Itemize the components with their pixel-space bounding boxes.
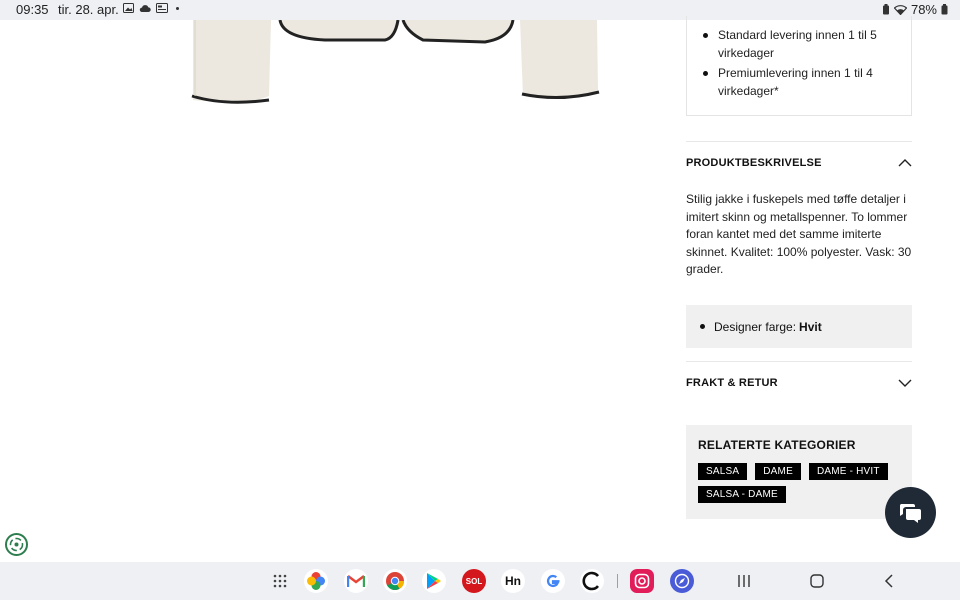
status-date: tir. 28. apr.: [58, 2, 119, 17]
shipping-returns-toggle[interactable]: FRAKT & RETUR: [686, 373, 912, 393]
recent-apps-icon[interactable]: [735, 572, 753, 590]
designer-color-label: Designer farge:: [714, 319, 797, 334]
wifi-icon: [893, 4, 907, 15]
chevron-down-icon: [898, 379, 912, 387]
delivery-list: Standard levering innen 1 til 5 virkedag…: [703, 26, 899, 100]
tag-dame[interactable]: DAME: [755, 463, 801, 480]
dock-separator: [617, 574, 618, 588]
tag-salsa-dame[interactable]: SALSA - DAME: [698, 486, 786, 503]
tag-dame-hvit[interactable]: DAME - HVIT: [808, 463, 888, 480]
news-notification-icon: [156, 3, 168, 13]
related-tags: SALSA DAME DAME - HVIT SALSA - DAME: [698, 463, 888, 503]
sol-app-icon[interactable]: SOL: [462, 569, 486, 593]
product-image[interactable]: [185, 20, 605, 110]
recycle-badge-icon[interactable]: [5, 533, 28, 556]
delivery-item-premium: Premiumlevering innen 1 til 4 virkedager…: [703, 64, 899, 100]
battery-percentage: 78%: [910, 2, 937, 17]
divider: [686, 141, 912, 142]
designer-color-box: Designer farge: Hvit: [686, 305, 912, 348]
gallery-notification-icon: [123, 3, 134, 13]
compass-app-icon[interactable]: [670, 569, 694, 593]
product-description-toggle[interactable]: PRODUKTBESKRIVELSE: [686, 153, 912, 173]
battery-saver-icon: [882, 4, 889, 15]
product-description-text: Stilig jakke i fuskepels med tøffe detal…: [686, 192, 912, 276]
cloud-notification-icon: [139, 5, 151, 12]
google-app-icon[interactable]: [541, 569, 565, 593]
tag-salsa[interactable]: SALSA: [698, 463, 748, 480]
hn-app-icon[interactable]: Hn: [501, 569, 525, 593]
gmail-app-icon[interactable]: [344, 569, 368, 593]
shipping-returns-title: FRAKT & RETUR: [686, 377, 778, 389]
chrome-app-icon[interactable]: [383, 569, 407, 593]
related-categories-title: RELATERTE KATEGORIER: [698, 438, 856, 452]
product-description-title: PRODUKTBESKRIVELSE: [686, 157, 822, 169]
more-notifications-dot: [176, 6, 179, 10]
photos-app-icon[interactable]: [304, 569, 328, 593]
back-icon[interactable]: [881, 572, 899, 590]
bullet: [700, 324, 705, 329]
designer-color-value: Hvit: [799, 319, 822, 334]
battery-icon: [941, 4, 948, 15]
system-indicators: 78%: [882, 2, 948, 17]
home-icon[interactable]: [808, 572, 826, 590]
delivery-item-standard: Standard levering innen 1 til 5 virkedag…: [703, 26, 899, 62]
divider: [686, 361, 912, 362]
chat-bubbles-icon: [899, 503, 921, 523]
status-time: 09:35: [16, 2, 49, 17]
chat-button[interactable]: [885, 487, 936, 538]
play-store-app-icon[interactable]: [422, 569, 446, 593]
delivery-info-box: Standard levering innen 1 til 5 virkedag…: [686, 16, 912, 116]
app-drawer-icon[interactable]: [268, 569, 292, 593]
c-app-icon[interactable]: [580, 569, 604, 593]
related-categories: RELATERTE KATEGORIER SALSA DAME DAME - H…: [686, 425, 912, 519]
notification-icons: [123, 3, 179, 13]
chevron-up-icon: [898, 159, 912, 167]
navigation-bar: SOL Hn: [0, 562, 960, 600]
instagram-app-icon[interactable]: [630, 569, 654, 593]
